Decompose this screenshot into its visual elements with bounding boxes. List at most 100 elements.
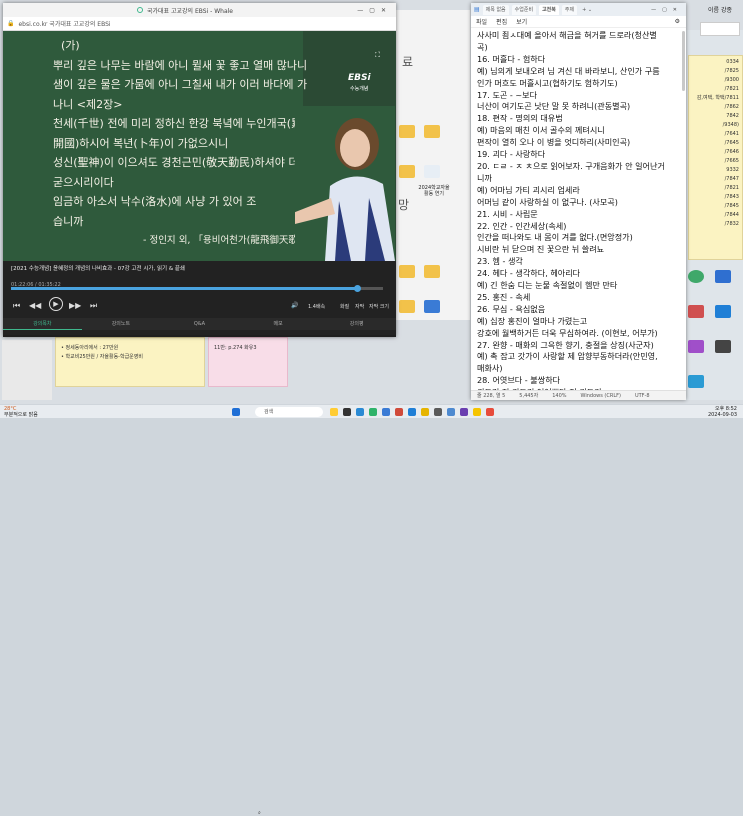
menu-edit[interactable]: 편집 <box>496 17 507 26</box>
sticky-note-left[interactable]: • 정세동아리에서 : 27만원 • 학교비25만원 / 자율활동-학급운영비 <box>55 337 205 387</box>
address-url[interactable]: ebsi.co.kr 국가대표 고교강의 EBSi <box>18 19 110 28</box>
desktop-widget[interactable] <box>700 22 740 36</box>
status-encoding: UTF-8 <box>634 392 650 399</box>
notepad-line: 18. 편작 - 명의의 대유법 <box>477 113 563 124</box>
search-icon: ⌕ <box>258 810 261 816</box>
chalkboard-line: 開國)하시어 복년(卜年)이 가없으시니 <box>53 136 229 150</box>
notepad-line: 예) 어마님 가티 괴시리 업세라 <box>477 184 580 195</box>
quality-button[interactable]: 화질 <box>340 303 349 310</box>
volume-icon[interactable]: 🔊 <box>291 302 298 309</box>
folder-icon[interactable] <box>399 125 415 138</box>
app-shortcut-icon[interactable] <box>715 305 731 318</box>
app-shortcut-icon[interactable] <box>715 270 731 283</box>
edge-icon[interactable] <box>356 408 364 416</box>
window-controls-icon[interactable]: —▢✕ <box>357 7 392 14</box>
rewind-icon[interactable]: ◀◀ <box>29 301 41 310</box>
menu-view[interactable]: 보기 <box>516 17 527 26</box>
notepad-line: 20. ㄷㄹ - ㅈ ㅊ으로 읽어보자. 구개음화가 안 일어난거 <box>477 160 665 171</box>
app-taskbar-icon[interactable] <box>395 408 403 416</box>
chalkboard-line: 굳으시리이다 <box>53 175 114 189</box>
notepad-app-icon: ▤ <box>474 6 480 13</box>
notepad-tab[interactable]: 주제 <box>561 4 578 15</box>
sticky-right-line: 감,여택, 학택/7811 <box>696 95 739 101</box>
weather-desc: 부분적으로 맑음 <box>4 412 38 418</box>
folder-icon[interactable] <box>424 265 440 278</box>
task-view-icon[interactable] <box>343 408 351 416</box>
speed-button[interactable]: 1.4배속 <box>308 303 325 310</box>
desktop-icon-label: 2024학교자율활동 연기 <box>418 185 450 197</box>
next-icon[interactable]: ⏭ <box>90 301 97 311</box>
desktop-panel <box>2 340 52 400</box>
notepad-line: 27. 완향 - 매화의 그윽한 향기, 충절을 상징(사군자) <box>477 339 654 350</box>
notepad-tab[interactable]: 제목 없음 <box>482 4 509 15</box>
notepad-tab[interactable]: 수업준비 <box>511 4 537 15</box>
window-controls-icon[interactable]: —▢✕ <box>651 7 686 13</box>
app-taskbar-icon[interactable] <box>447 408 455 416</box>
start-icon[interactable] <box>232 408 240 416</box>
document-icon[interactable] <box>424 165 440 178</box>
app-taskbar-icon[interactable] <box>421 408 429 416</box>
sticky-right-line: /7862 <box>724 104 739 110</box>
app-shortcut-icon[interactable] <box>688 305 704 318</box>
notepad-line: 예) 님의게 보내오려 님 겨신 대 바라보니, 산인가 구름 <box>477 65 660 76</box>
sticky-right-line: /9300 <box>724 77 739 83</box>
play-button[interactable]: ▶ <box>49 297 63 311</box>
notepad-line: 매화사) <box>477 363 503 374</box>
app-shortcut-icon[interactable] <box>688 340 704 353</box>
tab-notes[interactable]: 강의노트 <box>82 318 161 330</box>
weather-widget[interactable]: 28°C 부분적으로 맑음 <box>4 406 38 418</box>
notepad-scrollbar[interactable] <box>682 31 685 91</box>
tab-qna[interactable]: Q&A <box>160 318 239 330</box>
status-position: 줄 228, 열 5 <box>477 393 506 399</box>
notepad-statusbar: 줄 228, 열 5 5,445자 140% Windows (CRLF) UT… <box>471 390 686 400</box>
fullscreen-icon[interactable]: ⛶ <box>375 51 380 60</box>
address-bar[interactable]: 🔒 ebsi.co.kr 국가대표 고교강의 EBSi <box>3 17 396 31</box>
notepad-tabbar: ▤ 제목 없음 수업준비 고전북 주제 + ⌄ —▢✕ <box>471 3 686 16</box>
app-shortcut-icon[interactable] <box>424 300 440 313</box>
whale-browser-icon[interactable] <box>369 408 377 416</box>
sticky-note-right[interactable]: 0334/7825/9300/7821 감,여택, 학택/7811/7862 784… <box>688 55 743 260</box>
tab-memo[interactable]: 메모 <box>239 318 318 330</box>
sticky-pink-text: 11반: p.274 화유3 <box>214 345 257 351</box>
app-taskbar-icon[interactable] <box>486 408 494 416</box>
sticky-right-line: /7641 <box>724 131 739 137</box>
folder-icon[interactable] <box>399 265 415 278</box>
app-taskbar-icon[interactable] <box>460 408 468 416</box>
notepad-taskbar-icon[interactable] <box>382 408 390 416</box>
file-explorer-icon[interactable] <box>330 408 338 416</box>
taskbar-clock[interactable]: 오후 8:52 2024-09-03 <box>708 406 737 418</box>
app-shortcut-icon[interactable] <box>688 375 704 388</box>
app-taskbar-icon[interactable] <box>434 408 442 416</box>
sticky-note-pink[interactable]: 11반: p.274 화유3 <box>208 337 288 387</box>
app-taskbar-icon[interactable] <box>473 408 481 416</box>
subtitle-size-button[interactable]: 자막 크기 <box>369 303 389 310</box>
prev-icon[interactable]: ⏮ <box>13 301 20 311</box>
progress-bar[interactable] <box>11 285 383 292</box>
notepad-line: 니까 <box>477 172 492 183</box>
ebsi-logo-sub: 수능개념 <box>350 86 369 92</box>
settings-gear-icon[interactable]: ⚙ <box>675 18 680 25</box>
subtitle-button[interactable]: 자막 <box>355 303 364 310</box>
search-placeholder: 검색 <box>264 409 274 415</box>
menu-file[interactable]: 파일 <box>476 17 487 26</box>
app-taskbar-icon[interactable] <box>408 408 416 416</box>
folder-icon[interactable] <box>399 300 415 313</box>
progress-knob[interactable] <box>353 285 361 292</box>
sticky-right-line: 9332 <box>726 167 739 173</box>
notepad-text-area[interactable]: 사사미 죔ㅅ대예 올아서 해금을 혀거를 드로라(청산별 곡) 16. 머흘다 - … <box>471 28 686 390</box>
app-shortcut-icon[interactable] <box>715 340 731 353</box>
sticky-right-line: 0334 <box>726 59 739 65</box>
notepad-line: 곡) <box>477 41 488 52</box>
desktop-watermark-text: 료 <box>402 55 414 69</box>
folder-icon[interactable] <box>399 165 415 178</box>
forward-icon[interactable]: ▶▶ <box>69 301 81 310</box>
folder-icon[interactable] <box>424 125 440 138</box>
chalkboard: (가) 뿌리 깊은 나무는 바람에 아니 뮐새 꽃 좋고 열매 많나니 샘이 깊은 … <box>3 31 313 261</box>
app-shortcut-icon[interactable] <box>688 270 704 283</box>
notepad-tab-active[interactable]: 고전북 <box>539 4 559 15</box>
new-tab-icon[interactable]: + ⌄ <box>582 7 592 13</box>
tab-contents[interactable]: 강의목차 <box>3 318 82 330</box>
tab-review[interactable]: 강의평 <box>317 318 396 330</box>
taskbar-search[interactable]: 검색 <box>255 407 323 417</box>
video-area[interactable]: (가) 뿌리 깊은 나무는 바람에 아니 뮐새 꽃 좋고 열매 많나니 샘이 깊은 … <box>3 31 396 261</box>
